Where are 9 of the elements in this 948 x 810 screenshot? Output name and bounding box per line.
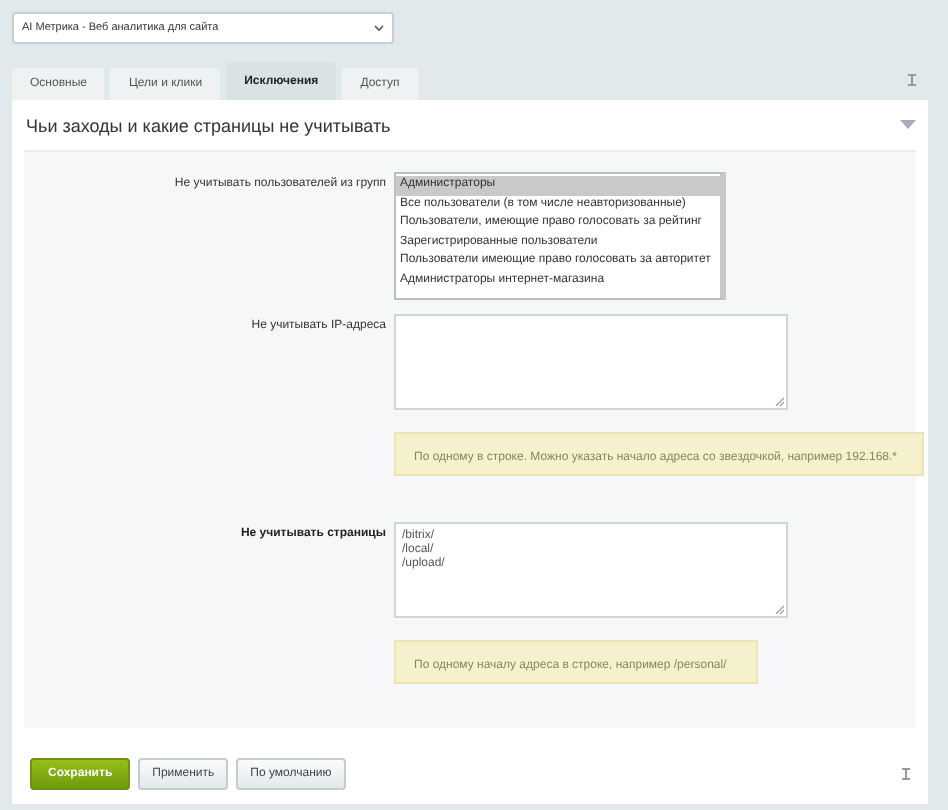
text-area[interactable] bbox=[394, 314, 788, 410]
section-title: Чьи заходы и какие страницы не учитывать bbox=[24, 115, 391, 135]
group-listbox[interactable] bbox=[394, 172, 726, 300]
resize-grip-icon[interactable] bbox=[774, 396, 784, 406]
chevron-down-icon bbox=[374, 24, 384, 32]
collapse-arrow-icon[interactable] bbox=[900, 120, 916, 130]
resize-grip-icon[interactable] bbox=[774, 604, 784, 614]
pin-icon[interactable] bbox=[908, 74, 916, 86]
pin-icon[interactable] bbox=[902, 768, 910, 780]
